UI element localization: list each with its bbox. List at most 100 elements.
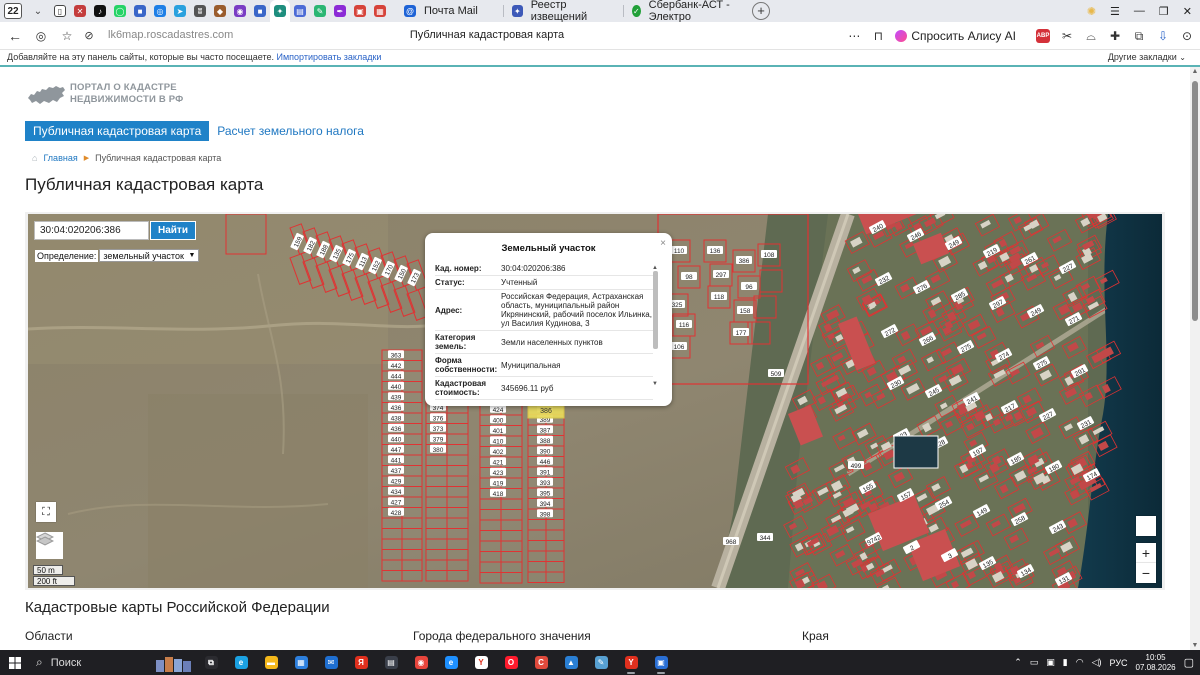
- other-bookmarks-button[interactable]: Другие закладки ⌄: [1108, 52, 1186, 62]
- parcel-outline[interactable]: [479, 530, 502, 542]
- parcel-outline[interactable]: [446, 517, 469, 529]
- parcel-outline[interactable]: [446, 433, 469, 445]
- adblock-plus-icon[interactable]: ABP: [1036, 29, 1050, 43]
- parcel-outline[interactable]: [401, 549, 423, 561]
- pinned-tab[interactable]: ▣: [350, 0, 370, 22]
- notifications-icon[interactable]: ▢: [1184, 656, 1194, 669]
- parcel-outline[interactable]: [479, 519, 502, 531]
- menu-icon[interactable]: ☰: [1110, 5, 1120, 18]
- clock[interactable]: 10:05 07.08.2026: [1136, 653, 1176, 673]
- scroll-up-icon[interactable]: ▲: [652, 265, 658, 271]
- taskbar-search[interactable]: ⌕ Поиск: [30, 650, 160, 675]
- taskbar-app[interactable]: O: [500, 652, 522, 674]
- parcel-outline[interactable]: [545, 571, 565, 583]
- close-icon[interactable]: ✕: [1183, 5, 1192, 18]
- parcel-outline[interactable]: [446, 549, 469, 561]
- parcel-outline[interactable]: [527, 540, 547, 552]
- parcel-outline[interactable]: [527, 529, 547, 541]
- parcel-outline[interactable]: [425, 528, 448, 540]
- parcel-outline[interactable]: [425, 507, 448, 519]
- pinned-tab[interactable]: ✕: [70, 0, 90, 22]
- pinned-tab[interactable]: ✎: [310, 0, 330, 22]
- tools-icon[interactable]: ✂: [1060, 29, 1074, 43]
- menu-land-tax-calc[interactable]: Расчет земельного налога: [209, 121, 372, 141]
- start-button[interactable]: [0, 656, 30, 669]
- hat-icon[interactable]: ⌓: [1084, 29, 1098, 43]
- parcel-outline[interactable]: [401, 507, 423, 519]
- parcel-outline[interactable]: [446, 486, 469, 498]
- section-federal-cities[interactable]: Города федерального значения: [413, 629, 591, 643]
- scroll-up-icon[interactable]: ▲: [1190, 68, 1200, 75]
- maximize-icon[interactable]: ❐: [1159, 5, 1169, 18]
- taskbar-app[interactable]: ⧉: [200, 652, 222, 674]
- taskbar-app[interactable]: Я: [350, 652, 372, 674]
- section-kraya[interactable]: Края: [802, 629, 829, 643]
- parcel-outline[interactable]: [500, 519, 523, 531]
- bookmark-icon[interactable]: ⊓: [871, 29, 885, 43]
- parcel-outline[interactable]: [401, 517, 423, 529]
- parcel-outline[interactable]: [500, 561, 523, 573]
- breadcrumb-home[interactable]: Главная: [43, 153, 77, 163]
- parcel-outline[interactable]: [425, 549, 448, 561]
- section-oblasti[interactable]: Области: [25, 629, 73, 643]
- map-canvas[interactable]: 363 442 444 440 439 436 438 436 440 447 441 437 429 4…: [28, 214, 1162, 588]
- parcel-outline[interactable]: [545, 519, 565, 531]
- parcel-outline[interactable]: [545, 529, 565, 541]
- parcel-outline[interactable]: [425, 465, 448, 477]
- puzzle-icon[interactable]: ✚: [1108, 29, 1122, 43]
- new-tab-button[interactable]: +: [752, 2, 770, 20]
- taskbar-app[interactable]: e: [230, 652, 252, 674]
- parcel-outline[interactable]: [545, 561, 565, 573]
- pinned-tab[interactable]: ▯: [50, 0, 70, 22]
- parcel-outline[interactable]: [446, 559, 469, 571]
- layers-button[interactable]: [36, 532, 63, 559]
- parcel-outline[interactable]: [401, 402, 423, 414]
- scroll-down-icon[interactable]: ▼: [1190, 642, 1200, 649]
- taskbar-app[interactable]: Y: [620, 652, 642, 674]
- taskbar-app[interactable]: e: [440, 652, 462, 674]
- find-button[interactable]: Найти: [150, 221, 196, 240]
- speaker-device-icon[interactable]: ▣: [1046, 657, 1055, 668]
- ai-badge-icon[interactable]: ✺: [1087, 5, 1096, 18]
- taskbar-app[interactable]: C: [530, 652, 552, 674]
- language-indicator[interactable]: РУС: [1110, 658, 1128, 668]
- zoom-out-button[interactable]: −: [1136, 563, 1156, 583]
- pinned-tab[interactable]: ■: [130, 0, 150, 22]
- parcel-outline[interactable]: [446, 538, 469, 550]
- taskbar-app[interactable]: ▲: [560, 652, 582, 674]
- popup-row-value[interactable]: 30:04:020206:386: [501, 262, 653, 275]
- tab-pochta-mail[interactable]: @ Почта Mail: [396, 0, 504, 22]
- page-scrollbar[interactable]: ▲ ▼: [1190, 67, 1200, 650]
- parcel-outline[interactable]: [500, 498, 523, 510]
- popup-scrollbar[interactable]: ▲ ▼: [652, 265, 658, 393]
- parcel-outline[interactable]: [446, 528, 469, 540]
- volume-icon[interactable]: ◁): [1092, 657, 1102, 668]
- pinned-tab[interactable]: ✒: [330, 0, 350, 22]
- taskbar-app[interactable]: ▤: [380, 652, 402, 674]
- taskbar-app[interactable]: Y: [470, 652, 492, 674]
- parcel-outline[interactable]: [425, 475, 448, 487]
- pinned-tab[interactable]: ◯: [110, 0, 130, 22]
- parcel-outline[interactable]: [425, 559, 448, 571]
- parcel-outline[interactable]: [401, 433, 423, 445]
- parcel-outline[interactable]: [425, 517, 448, 529]
- popup-scroll-thumb[interactable]: [652, 271, 658, 349]
- parcel-outline[interactable]: [527, 519, 547, 531]
- account-icon[interactable]: ⊙: [1180, 29, 1194, 43]
- parcel-outline[interactable]: [401, 360, 423, 372]
- parcel-outline[interactable]: [479, 572, 502, 584]
- parcel-outline[interactable]: [401, 475, 423, 487]
- parcel-outline[interactable]: [527, 550, 547, 562]
- parcel-outline[interactable]: [381, 538, 403, 550]
- menu-public-cadastral-map[interactable]: Публичная кадастровая карта: [25, 121, 210, 141]
- parcel-outline[interactable]: [446, 475, 469, 487]
- cadastral-number-input[interactable]: [34, 221, 149, 240]
- parcel-outline[interactable]: [381, 559, 403, 571]
- pinned-tab[interactable]: ▦: [370, 0, 390, 22]
- download-icon[interactable]: ⇩: [1156, 29, 1170, 43]
- zoom-in-button[interactable]: +: [1136, 543, 1156, 563]
- parcel-outline[interactable]: [401, 370, 423, 382]
- wifi-icon[interactable]: ◠: [1076, 657, 1084, 668]
- map-toggle-button[interactable]: [1136, 516, 1156, 536]
- parcel-outline[interactable]: [401, 559, 423, 571]
